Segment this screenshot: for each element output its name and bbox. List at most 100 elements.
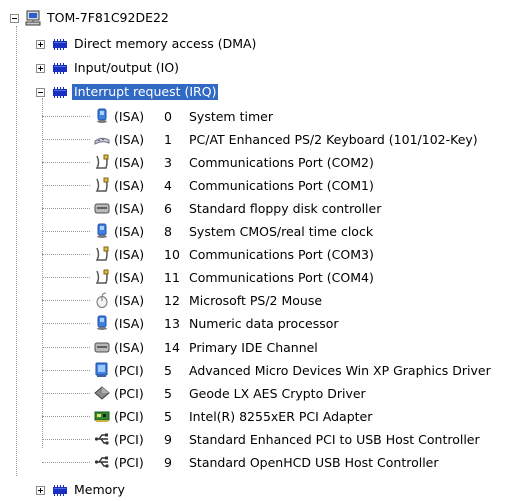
irq-number: 9 bbox=[164, 454, 172, 470]
irq-device-row[interactable]: (ISA) 8 System CMOS/real time clock bbox=[94, 221, 373, 241]
expand-icon[interactable] bbox=[36, 485, 45, 495]
bus-type: (ISA) bbox=[114, 200, 145, 216]
irq-device-row[interactable]: (ISA) 14 Primary IDE Channel bbox=[94, 337, 318, 357]
device-name: Numeric data processor bbox=[189, 315, 339, 331]
port-icon bbox=[94, 177, 110, 193]
computer-name: TOM-7F81C92DE22 bbox=[47, 10, 169, 25]
collapse-icon[interactable] bbox=[36, 87, 45, 97]
root-node[interactable]: TOM-7F81C92DE22 bbox=[10, 8, 171, 28]
collapse-icon[interactable] bbox=[10, 13, 19, 23]
device-name: PC/AT Enhanced PS/2 Keyboard (101/102-Ke… bbox=[189, 131, 478, 147]
irq-number: 5 bbox=[164, 362, 172, 378]
bus-type: (ISA) bbox=[114, 223, 145, 239]
irq-device-row[interactable]: (ISA) 11 Communications Port (COM4) bbox=[94, 267, 374, 287]
category-label-selected: Interrupt request (IRQ) bbox=[72, 84, 219, 100]
tree-line bbox=[42, 208, 90, 209]
category-dma[interactable]: Direct memory access (DMA) bbox=[36, 34, 258, 54]
irq-number: 6 bbox=[164, 200, 172, 216]
irq-number: 0 bbox=[164, 108, 172, 124]
device-category-icon bbox=[52, 60, 68, 76]
device-name: Microsoft PS/2 Mouse bbox=[189, 292, 323, 308]
tree-line bbox=[16, 26, 17, 476]
device-name: Communications Port (COM2) bbox=[189, 154, 374, 170]
irq-device-row[interactable]: (ISA) 6 Standard floppy disk controller bbox=[94, 198, 381, 218]
category-label: Direct memory access (DMA) bbox=[74, 36, 257, 51]
irq-device-row[interactable]: (PCI) 5 Geode LX AES Crypto Driver bbox=[94, 383, 366, 403]
device-name: System timer bbox=[189, 108, 273, 124]
bus-type: (ISA) bbox=[114, 177, 145, 193]
tree-line bbox=[42, 139, 90, 140]
device-name: Geode LX AES Crypto Driver bbox=[189, 385, 366, 401]
tree-line bbox=[42, 231, 90, 232]
irq-device-row[interactable]: (ISA) 3 Communications Port (COM2) bbox=[94, 152, 374, 172]
tree-line bbox=[42, 439, 90, 440]
port-icon bbox=[94, 246, 110, 262]
tree-line bbox=[42, 98, 43, 448]
tree-line bbox=[42, 416, 90, 417]
computer-icon bbox=[25, 10, 41, 26]
device-name: Primary IDE Channel bbox=[189, 339, 318, 355]
tree-line bbox=[42, 393, 90, 394]
tree-line bbox=[42, 347, 90, 348]
tree-line bbox=[42, 462, 90, 463]
crypto-device-icon bbox=[94, 385, 110, 401]
tree-line bbox=[42, 323, 90, 324]
irq-number: 4 bbox=[164, 177, 172, 193]
bus-type: (PCI) bbox=[114, 408, 144, 424]
bus-type: (ISA) bbox=[114, 246, 145, 262]
category-irq[interactable]: Interrupt request (IRQ) bbox=[36, 82, 219, 102]
device-name: Standard OpenHCD USB Host Controller bbox=[189, 454, 439, 470]
disk-controller-icon bbox=[94, 200, 110, 216]
category-memory[interactable]: Memory bbox=[36, 480, 127, 500]
irq-number: 9 bbox=[164, 431, 172, 447]
port-icon bbox=[94, 269, 110, 285]
bus-type: (ISA) bbox=[114, 315, 145, 331]
irq-device-row[interactable]: (PCI) 9 Standard OpenHCD USB Host Controll… bbox=[94, 452, 439, 472]
device-name: Communications Port (COM3) bbox=[189, 246, 374, 262]
tree-line bbox=[42, 277, 90, 278]
network-adapter-icon bbox=[94, 408, 110, 424]
irq-number: 11 bbox=[164, 269, 180, 285]
irq-device-row[interactable]: (ISA) 4 Communications Port (COM1) bbox=[94, 175, 374, 195]
device-name: Communications Port (COM1) bbox=[189, 177, 374, 193]
irq-device-row[interactable]: (ISA) 10 Communications Port (COM3) bbox=[94, 244, 374, 264]
irq-device-row[interactable]: (PCI) 5 Intel(R) 8255xER PCI Adapter bbox=[94, 406, 372, 426]
usb-icon bbox=[94, 454, 110, 470]
bus-type: (ISA) bbox=[114, 131, 145, 147]
irq-device-row[interactable]: (ISA) 0 System timer bbox=[94, 106, 273, 126]
irq-number: 12 bbox=[164, 292, 180, 308]
device-name: Standard Enhanced PCI to USB Host Contro… bbox=[189, 431, 480, 447]
device-category-icon bbox=[52, 482, 68, 498]
keyboard-icon bbox=[94, 131, 110, 147]
irq-device-row[interactable]: (PCI) 5 Advanced Micro Devices Win XP Grap… bbox=[94, 360, 491, 380]
bus-type: (ISA) bbox=[114, 339, 145, 355]
tree-line bbox=[42, 370, 90, 371]
irq-number: 5 bbox=[164, 408, 172, 424]
display-adapter-icon bbox=[94, 362, 110, 378]
device-category-icon bbox=[52, 84, 68, 100]
bus-type: (PCI) bbox=[114, 385, 144, 401]
device-category-icon bbox=[52, 36, 68, 52]
device-name: Communications Port (COM4) bbox=[189, 269, 374, 285]
tree-line bbox=[42, 116, 90, 117]
irq-device-row[interactable]: (PCI) 9 Standard Enhanced PCI to USB Host … bbox=[94, 429, 480, 449]
irq-number: 14 bbox=[164, 339, 180, 355]
device-name: Advanced Micro Devices Win XP Graphics D… bbox=[189, 362, 491, 378]
disk-controller-icon bbox=[94, 339, 110, 355]
category-io[interactable]: Input/output (IO) bbox=[36, 58, 181, 78]
system-device-icon bbox=[94, 315, 110, 331]
irq-device-row[interactable]: (ISA) 1 PC/AT Enhanced PS/2 Keyboard (101/… bbox=[94, 129, 478, 149]
expand-icon[interactable] bbox=[36, 63, 45, 73]
category-label: Input/output (IO) bbox=[74, 60, 180, 75]
irq-device-row[interactable]: (ISA) 13 Numeric data processor bbox=[94, 313, 339, 333]
bus-type: (ISA) bbox=[114, 269, 145, 285]
irq-number: 10 bbox=[164, 246, 180, 262]
irq-number: 8 bbox=[164, 223, 172, 239]
mouse-icon bbox=[94, 292, 110, 308]
bus-type: (PCI) bbox=[114, 454, 144, 470]
tree-line bbox=[42, 185, 90, 186]
irq-device-row[interactable]: (ISA) 12 Microsoft PS/2 Mouse bbox=[94, 290, 322, 310]
port-icon bbox=[94, 154, 110, 170]
expand-icon[interactable] bbox=[36, 39, 45, 49]
device-name: System CMOS/real time clock bbox=[189, 223, 374, 239]
